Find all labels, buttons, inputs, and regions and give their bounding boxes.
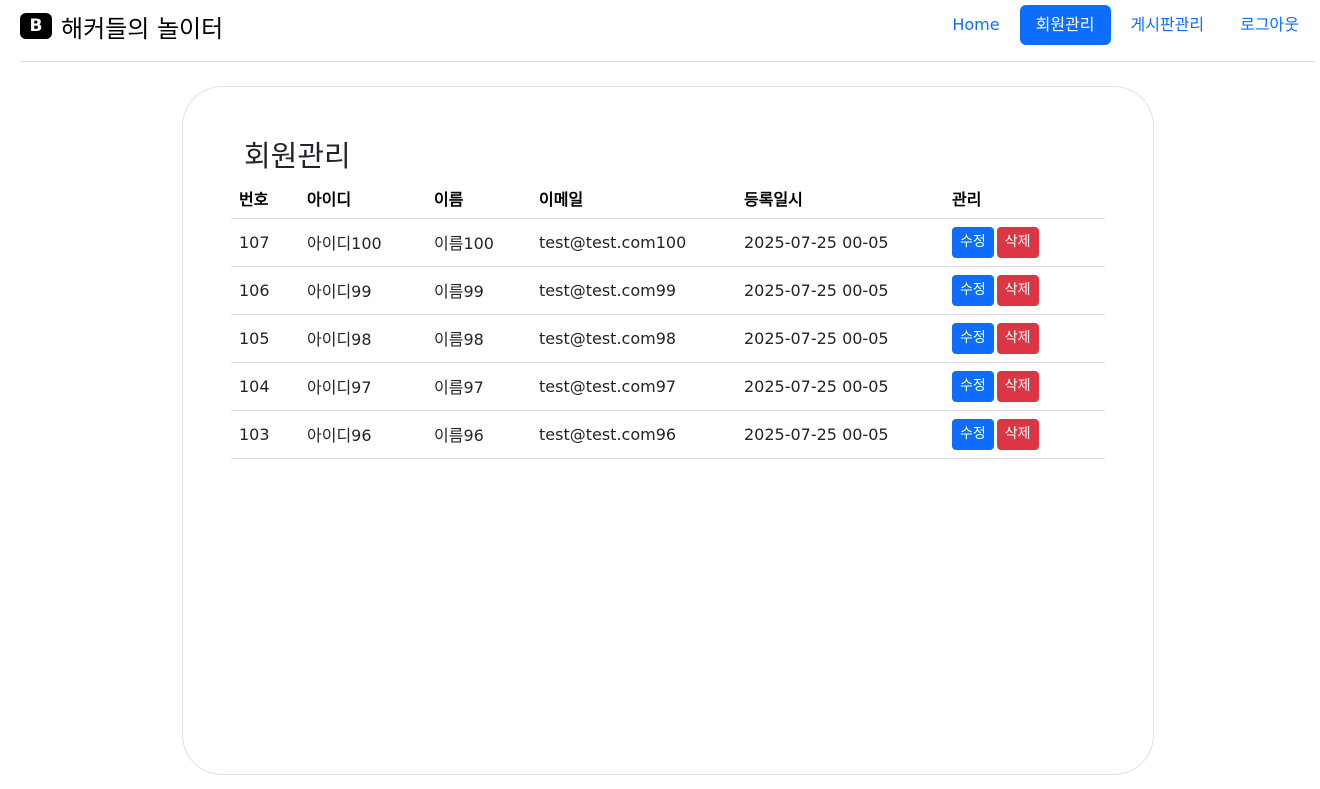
delete-button[interactable]: 삭제 [996, 370, 1039, 402]
cell-actions: 수정 삭제 [944, 314, 1105, 363]
cell-email: test@test.com96 [531, 410, 736, 459]
cell-actions: 수정 삭제 [944, 410, 1105, 459]
delete-button[interactable]: 삭제 [996, 418, 1039, 450]
table-row: 104 아이디97 이름97 test@test.com97 2025-07-25 00… [231, 362, 1105, 411]
cell-user-id: 아이디98 [299, 314, 426, 363]
nav-board-management[interactable]: 게시판관리 [1115, 5, 1221, 45]
cell-name: 이름100 [426, 218, 531, 267]
cell-registered-at: 2025-07-25 00-05 [736, 314, 944, 363]
cell-user-id: 아이디100 [299, 218, 426, 267]
cell-registered-at: 2025-07-25 00-05 [736, 218, 944, 267]
cell-user-id: 아이디99 [299, 266, 426, 315]
col-header-manage: 관리 [944, 179, 1105, 219]
cell-actions: 수정 삭제 [944, 266, 1105, 315]
cell-registered-at: 2025-07-25 00-05 [736, 410, 944, 459]
cell-name: 이름98 [426, 314, 531, 363]
cell-email: test@test.com99 [531, 266, 736, 315]
edit-button[interactable]: 수정 [952, 418, 994, 450]
nav-menu: Home 회원관리 게시판관리 로그아웃 [932, 5, 1315, 45]
cell-email: test@test.com98 [531, 314, 736, 363]
top-navbar: B 해커들의 놀이터 Home 회원관리 게시판관리 로그아웃 [20, 0, 1315, 62]
table-header-row: 번호 아이디 이름 이메일 등록일시 관리 [231, 179, 1105, 219]
edit-button[interactable]: 수정 [952, 370, 994, 402]
col-header-date: 등록일시 [736, 179, 944, 219]
nav-member-management[interactable]: 회원관리 [1019, 5, 1111, 45]
brand-link[interactable]: B 해커들의 놀이터 [20, 8, 223, 44]
cell-number: 103 [231, 410, 299, 459]
edit-button[interactable]: 수정 [952, 322, 994, 354]
page-title: 회원관리 [244, 139, 351, 173]
cell-name: 이름99 [426, 266, 531, 315]
table-row: 107 아이디100 이름100 test@test.com100 2025-07-25… [231, 218, 1105, 267]
cell-number: 105 [231, 314, 299, 363]
cell-user-id: 아이디97 [299, 362, 426, 411]
main-card: 회원관리 번호 아이디 이름 이메일 등록일시 관리 107 아이디100 이름10… [182, 86, 1154, 775]
brand-title: 해커들의 놀이터 [61, 14, 224, 43]
table-row: 106 아이디99 이름99 test@test.com99 2025-07-25 00… [231, 266, 1105, 315]
cell-email: test@test.com97 [531, 362, 736, 411]
cell-number: 107 [231, 218, 299, 267]
cell-number: 104 [231, 362, 299, 411]
cell-actions: 수정 삭제 [944, 362, 1105, 411]
cell-number: 106 [231, 266, 299, 315]
bootstrap-logo-icon: B [20, 13, 52, 39]
nav-home[interactable]: Home [936, 5, 1015, 45]
col-header-number: 번호 [231, 179, 299, 219]
cell-registered-at: 2025-07-25 00-05 [736, 362, 944, 411]
delete-button[interactable]: 삭제 [996, 226, 1039, 258]
col-header-email: 이메일 [531, 179, 736, 219]
delete-button[interactable]: 삭제 [996, 274, 1039, 306]
table-row: 103 아이디96 이름96 test@test.com96 2025-07-25 00… [231, 410, 1105, 459]
col-header-id: 아이디 [299, 179, 426, 219]
cell-user-id: 아이디96 [299, 410, 426, 459]
cell-actions: 수정 삭제 [944, 218, 1105, 267]
delete-button[interactable]: 삭제 [996, 322, 1039, 354]
table-row: 105 아이디98 이름98 test@test.com98 2025-07-25 00… [231, 314, 1105, 363]
edit-button[interactable]: 수정 [952, 274, 994, 306]
cell-registered-at: 2025-07-25 00-05 [736, 266, 944, 315]
cell-name: 이름97 [426, 362, 531, 411]
member-table: 번호 아이디 이름 이메일 등록일시 관리 107 아이디100 이름100 test… [231, 179, 1105, 459]
cell-email: test@test.com100 [531, 218, 736, 267]
col-header-name: 이름 [426, 179, 531, 219]
cell-name: 이름96 [426, 410, 531, 459]
nav-logout[interactable]: 로그아웃 [1224, 5, 1315, 45]
edit-button[interactable]: 수정 [952, 226, 994, 258]
